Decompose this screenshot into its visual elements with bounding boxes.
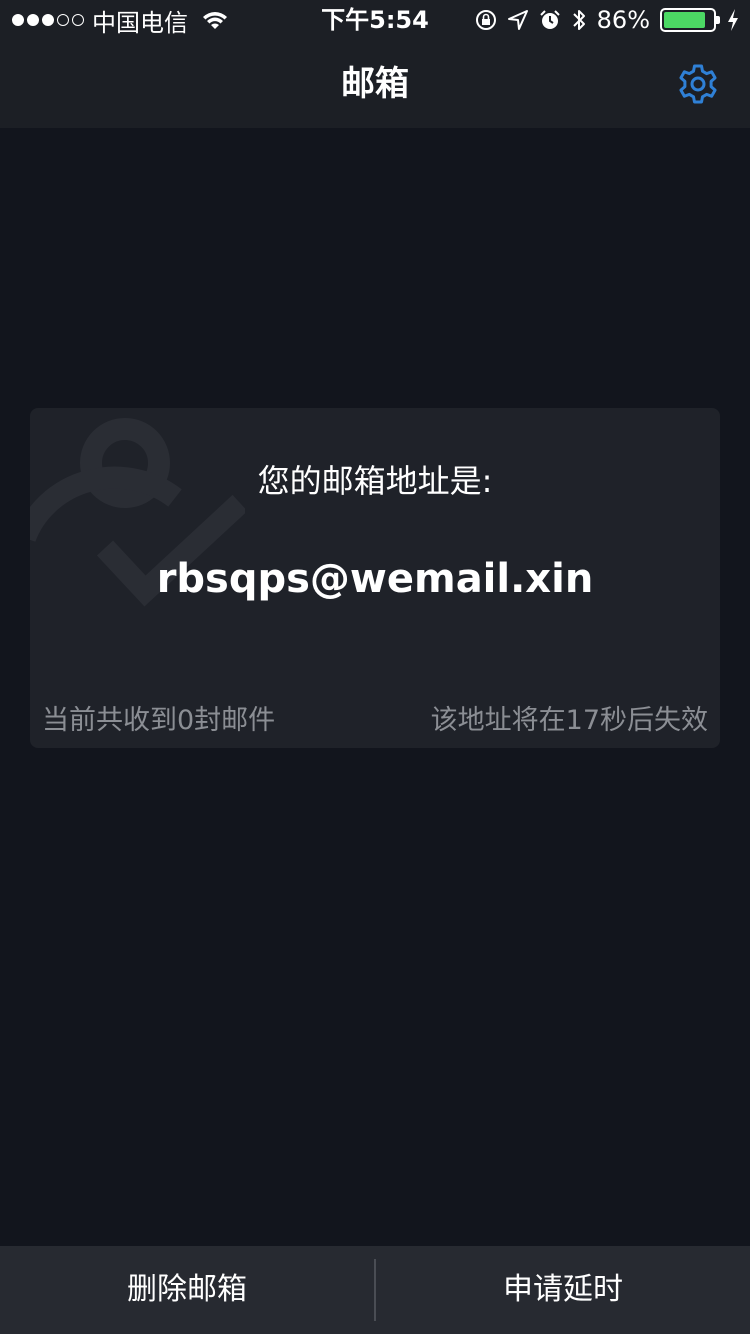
- battery-icon: [660, 8, 720, 32]
- expiry-countdown: 该地址将在17秒后失效: [430, 705, 708, 736]
- status-bar: 中国电信 下午5:54 86%: [0, 0, 750, 40]
- battery-percent: 86%: [596, 6, 650, 34]
- battery-cap: [716, 16, 720, 24]
- alarm-icon: [539, 10, 560, 29]
- battery-level: [664, 12, 706, 28]
- rotation-lock-icon: [475, 10, 496, 30]
- bottom-action-bar: 删除邮箱 申请延时: [0, 1246, 750, 1334]
- page-title: 邮箱: [341, 64, 409, 104]
- email-label: 您的邮箱地址是:: [257, 462, 493, 500]
- settings-button[interactable]: [676, 62, 720, 106]
- location-icon: [507, 10, 528, 30]
- mailbox-card: 您的邮箱地址是: rbsqps@wemail.xin 当前共收到0封邮件 该地址…: [30, 408, 720, 748]
- mailbox-screen: 中国电信 下午5:54 86% 邮箱 您的邮箱地址是: rbsqps@wemai…: [0, 0, 750, 1334]
- charging-icon: [728, 9, 738, 31]
- email-address: rbsqps@wemail.xin: [156, 556, 594, 602]
- nav-bar: 邮箱: [0, 40, 750, 128]
- bluetooth-icon: [572, 10, 585, 30]
- received-count: 当前共收到0封邮件: [42, 705, 276, 736]
- gear-icon: [679, 64, 717, 104]
- status-right: 86%: [475, 4, 740, 36]
- delete-mailbox-button[interactable]: 删除邮箱: [0, 1246, 374, 1334]
- extend-time-button[interactable]: 申请延时: [376, 1246, 750, 1334]
